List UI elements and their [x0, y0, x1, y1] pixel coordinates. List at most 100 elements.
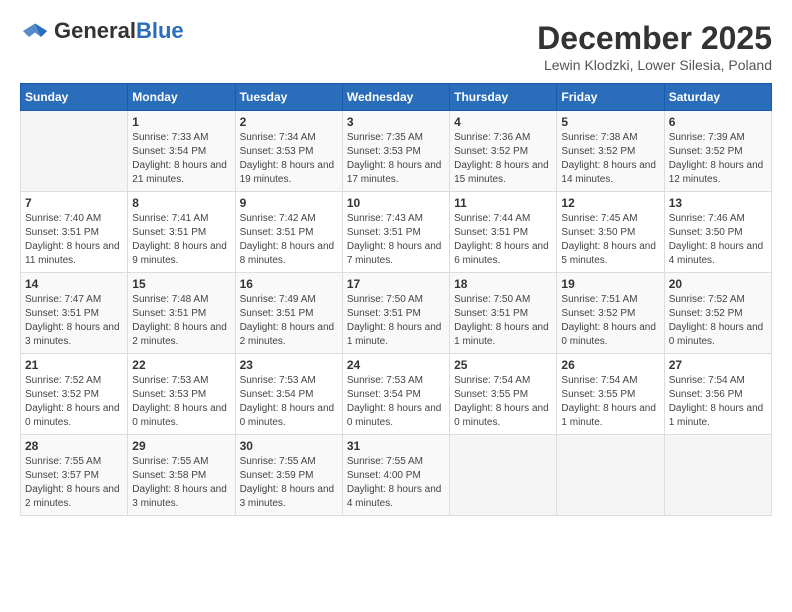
- page-header: GeneralBlue December 2025 Lewin Klodzki,…: [20, 20, 772, 73]
- day-info: Sunrise: 7:54 AMSunset: 3:55 PMDaylight:…: [454, 374, 552, 430]
- calendar-cell: 24 Sunrise: 7:53 AMSunset: 3:54 PMDayligh…: [342, 354, 449, 435]
- day-number: 17: [347, 277, 445, 291]
- calendar-cell: 8 Sunrise: 7:41 AMSunset: 3:51 PMDaylight…: [128, 192, 235, 273]
- day-number: 10: [347, 196, 445, 210]
- calendar-cell: 5 Sunrise: 7:38 AMSunset: 3:52 PMDaylight…: [557, 111, 664, 192]
- day-number: 19: [561, 277, 659, 291]
- calendar-cell: 26Sunrise: 7:54 AMSunset: 3:55 PMDayligh…: [557, 354, 664, 435]
- header-monday: Monday: [128, 84, 235, 111]
- day-info: Sunrise: 7:47 AMSunset: 3:51 PMDaylight:…: [25, 293, 123, 349]
- day-number: 14: [25, 277, 123, 291]
- day-info: Sunrise: 7:39 AMSunset: 3:52 PMDaylight:…: [669, 131, 767, 187]
- header-tuesday: Tuesday: [235, 84, 342, 111]
- week-row-5: 28Sunrise: 7:55 AMSunset: 3:57 PMDayligh…: [21, 435, 772, 516]
- day-info: Sunrise: 7:53 AMSunset: 3:54 PMDaylight:…: [347, 374, 445, 430]
- day-info: Sunrise: 7:34 AMSunset: 3:53 PMDaylight:…: [240, 131, 338, 187]
- day-number: 11: [454, 196, 552, 210]
- day-number: 7: [25, 196, 123, 210]
- day-info: Sunrise: 7:55 AMSunset: 4:00 PMDaylight:…: [347, 455, 445, 511]
- day-info: Sunrise: 7:55 AMSunset: 3:58 PMDaylight:…: [132, 455, 230, 511]
- day-info: Sunrise: 7:38 AMSunset: 3:52 PMDaylight:…: [561, 131, 659, 187]
- calendar-cell: [450, 435, 557, 516]
- day-info: Sunrise: 7:42 AMSunset: 3:51 PMDaylight:…: [240, 212, 338, 268]
- day-info: Sunrise: 7:40 AMSunset: 3:51 PMDaylight:…: [25, 212, 123, 268]
- logo-icon: [20, 22, 50, 40]
- calendar-cell: 27 Sunrise: 7:54 AMSunset: 3:56 PMDayligh…: [664, 354, 771, 435]
- day-info: Sunrise: 7:51 AMSunset: 3:52 PMDaylight:…: [561, 293, 659, 349]
- day-info: Sunrise: 7:48 AMSunset: 3:51 PMDaylight:…: [132, 293, 230, 349]
- day-info: Sunrise: 7:49 AMSunset: 3:51 PMDaylight:…: [240, 293, 338, 349]
- calendar-cell: 22 Sunrise: 7:53 AMSunset: 3:53 PMDayligh…: [128, 354, 235, 435]
- day-info: Sunrise: 7:50 AMSunset: 3:51 PMDaylight:…: [347, 293, 445, 349]
- day-info: Sunrise: 7:44 AMSunset: 3:51 PMDaylight:…: [454, 212, 552, 268]
- day-number: 29: [132, 439, 230, 453]
- week-row-2: 7 Sunrise: 7:40 AMSunset: 3:51 PMDaylight…: [21, 192, 772, 273]
- day-number: 6: [669, 115, 767, 129]
- week-row-3: 14 Sunrise: 7:47 AMSunset: 3:51 PMDayligh…: [21, 273, 772, 354]
- calendar-cell: 19 Sunrise: 7:51 AMSunset: 3:52 PMDayligh…: [557, 273, 664, 354]
- day-number: 30: [240, 439, 338, 453]
- day-info: Sunrise: 7:52 AMSunset: 3:52 PMDaylight:…: [669, 293, 767, 349]
- day-number: 5: [561, 115, 659, 129]
- day-info: Sunrise: 7:54 AMSunset: 3:56 PMDaylight:…: [669, 374, 767, 430]
- calendar-cell: 4 Sunrise: 7:36 AMSunset: 3:52 PMDaylight…: [450, 111, 557, 192]
- day-number: 15: [132, 277, 230, 291]
- header-thursday: Thursday: [450, 84, 557, 111]
- calendar-cell: 2 Sunrise: 7:34 AMSunset: 3:53 PMDaylight…: [235, 111, 342, 192]
- calendar-cell: 12 Sunrise: 7:45 AMSunset: 3:50 PMDayligh…: [557, 192, 664, 273]
- day-info: Sunrise: 7:53 AMSunset: 3:53 PMDaylight:…: [132, 374, 230, 430]
- day-info: Sunrise: 7:55 AMSunset: 3:59 PMDaylight:…: [240, 455, 338, 511]
- calendar-header-row: SundayMondayTuesdayWednesdayThursdayFrid…: [21, 84, 772, 111]
- week-row-4: 21Sunrise: 7:52 AMSunset: 3:52 PMDayligh…: [21, 354, 772, 435]
- calendar-cell: 7 Sunrise: 7:40 AMSunset: 3:51 PMDaylight…: [21, 192, 128, 273]
- day-number: 8: [132, 196, 230, 210]
- day-number: 23: [240, 358, 338, 372]
- calendar-table: SundayMondayTuesdayWednesdayThursdayFrid…: [20, 83, 772, 516]
- calendar-cell: 17 Sunrise: 7:50 AMSunset: 3:51 PMDayligh…: [342, 273, 449, 354]
- calendar-cell: 29 Sunrise: 7:55 AMSunset: 3:58 PMDayligh…: [128, 435, 235, 516]
- header-sunday: Sunday: [21, 84, 128, 111]
- calendar-cell: 30 Sunrise: 7:55 AMSunset: 3:59 PMDayligh…: [235, 435, 342, 516]
- day-info: Sunrise: 7:45 AMSunset: 3:50 PMDaylight:…: [561, 212, 659, 268]
- calendar-cell: 21Sunrise: 7:52 AMSunset: 3:52 PMDayligh…: [21, 354, 128, 435]
- calendar-cell: 20 Sunrise: 7:52 AMSunset: 3:52 PMDayligh…: [664, 273, 771, 354]
- calendar-cell: [557, 435, 664, 516]
- day-info: Sunrise: 7:41 AMSunset: 3:51 PMDaylight:…: [132, 212, 230, 268]
- calendar-cell: 1Sunrise: 7:33 AMSunset: 3:54 PMDaylight…: [128, 111, 235, 192]
- calendar-cell: 15 Sunrise: 7:48 AMSunset: 3:51 PMDayligh…: [128, 273, 235, 354]
- calendar-cell: 31Sunrise: 7:55 AMSunset: 4:00 PMDayligh…: [342, 435, 449, 516]
- day-info: Sunrise: 7:50 AMSunset: 3:51 PMDaylight:…: [454, 293, 552, 349]
- week-row-1: 1Sunrise: 7:33 AMSunset: 3:54 PMDaylight…: [21, 111, 772, 192]
- day-number: 2: [240, 115, 338, 129]
- calendar-cell: 18 Sunrise: 7:50 AMSunset: 3:51 PMDayligh…: [450, 273, 557, 354]
- day-number: 1: [132, 115, 230, 129]
- day-info: Sunrise: 7:46 AMSunset: 3:50 PMDaylight:…: [669, 212, 767, 268]
- calendar-cell: 10Sunrise: 7:43 AMSunset: 3:51 PMDayligh…: [342, 192, 449, 273]
- day-info: Sunrise: 7:53 AMSunset: 3:54 PMDaylight:…: [240, 374, 338, 430]
- calendar-cell: 28Sunrise: 7:55 AMSunset: 3:57 PMDayligh…: [21, 435, 128, 516]
- calendar-cell: 13 Sunrise: 7:46 AMSunset: 3:50 PMDayligh…: [664, 192, 771, 273]
- calendar-cell: [664, 435, 771, 516]
- logo: GeneralBlue: [20, 20, 184, 42]
- day-number: 18: [454, 277, 552, 291]
- day-number: 12: [561, 196, 659, 210]
- day-number: 9: [240, 196, 338, 210]
- day-number: 22: [132, 358, 230, 372]
- day-number: 25: [454, 358, 552, 372]
- calendar-cell: 25 Sunrise: 7:54 AMSunset: 3:55 PMDayligh…: [450, 354, 557, 435]
- day-info: Sunrise: 7:35 AMSunset: 3:53 PMDaylight:…: [347, 131, 445, 187]
- calendar-cell: 14 Sunrise: 7:47 AMSunset: 3:51 PMDayligh…: [21, 273, 128, 354]
- day-number: 20: [669, 277, 767, 291]
- day-number: 27: [669, 358, 767, 372]
- day-info: Sunrise: 7:36 AMSunset: 3:52 PMDaylight:…: [454, 131, 552, 187]
- logo-text: GeneralBlue: [54, 20, 184, 42]
- day-info: Sunrise: 7:54 AMSunset: 3:55 PMDaylight:…: [561, 374, 659, 430]
- header-saturday: Saturday: [664, 84, 771, 111]
- day-number: 24: [347, 358, 445, 372]
- month-title: December 2025: [537, 20, 772, 57]
- day-number: 4: [454, 115, 552, 129]
- header-wednesday: Wednesday: [342, 84, 449, 111]
- day-info: Sunrise: 7:55 AMSunset: 3:57 PMDaylight:…: [25, 455, 123, 511]
- calendar-cell: 23 Sunrise: 7:53 AMSunset: 3:54 PMDayligh…: [235, 354, 342, 435]
- day-number: 13: [669, 196, 767, 210]
